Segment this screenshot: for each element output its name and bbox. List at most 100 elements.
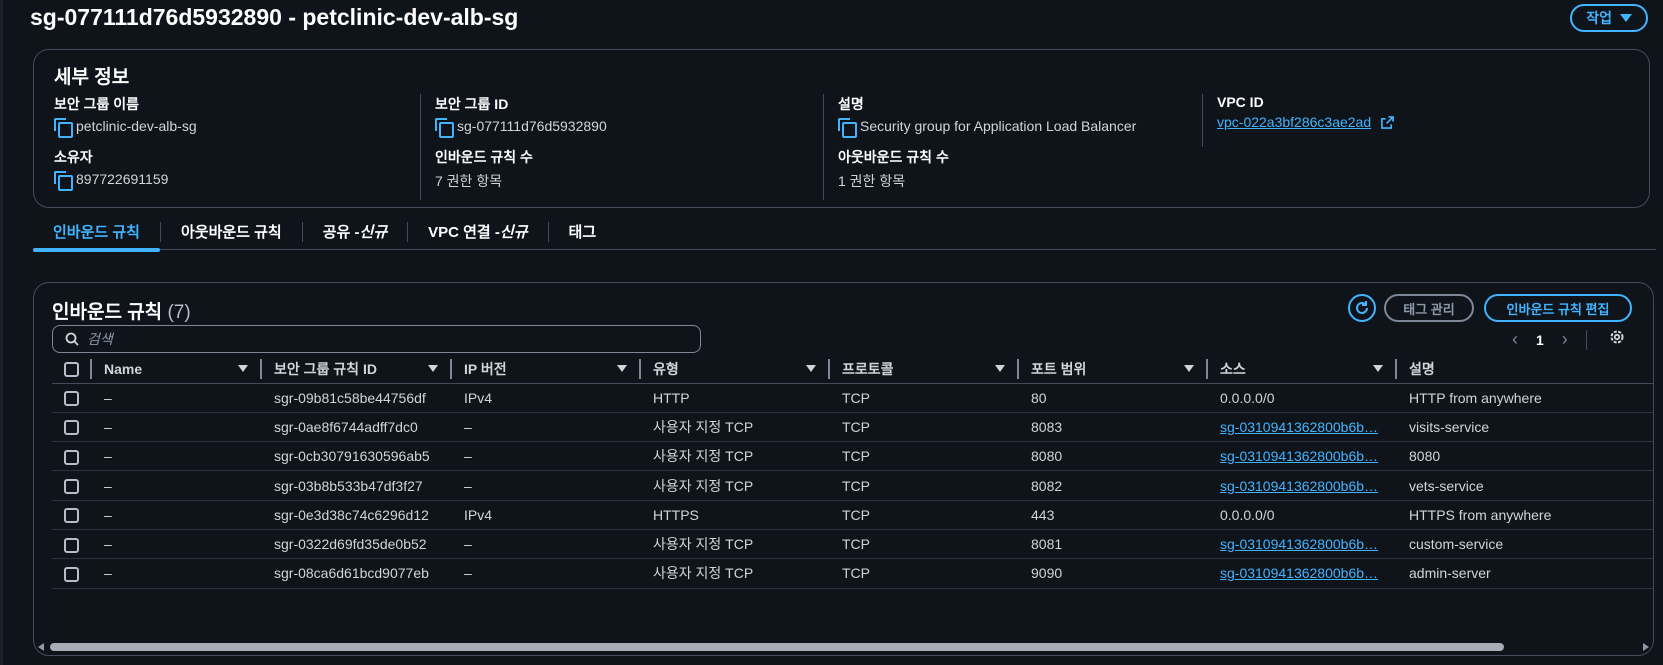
row-checkbox[interactable] xyxy=(64,478,79,494)
tab-vpc-associations[interactable]: VPC 연결 - 신규 xyxy=(408,214,547,249)
column-header-name[interactable]: Name xyxy=(92,355,262,384)
pagination: ‹ 1 › xyxy=(1512,329,1587,350)
column-header-protocol[interactable]: 프로토콜 xyxy=(830,355,1019,384)
row-checkbox[interactable] xyxy=(64,449,79,465)
column-header-type[interactable]: 유형 xyxy=(641,355,830,384)
detail-outbound-count: 아웃바운드 규칙 수 1 권한 항목 xyxy=(838,147,1183,189)
tab-sharing[interactable]: 공유 - 신규 xyxy=(303,214,407,249)
actions-button[interactable]: 작업 xyxy=(1570,4,1648,32)
vpc-id-link[interactable]: vpc-022a3bf286c3ae2ad xyxy=(1217,114,1371,130)
row-checkbox[interactable] xyxy=(64,566,79,582)
search-placeholder: 검색 xyxy=(87,331,113,347)
pager-separator xyxy=(1585,329,1587,350)
cell-port: 8083 xyxy=(1019,412,1208,443)
copy-icon[interactable] xyxy=(838,118,857,138)
cell-description: custom-service xyxy=(1397,529,1653,560)
column-header-port-range[interactable]: 포트 범위 xyxy=(1019,355,1208,384)
tab-inbound-rules[interactable]: 인바운드 규칙 xyxy=(33,214,160,252)
cell-source: sg-0310941362800b6b… xyxy=(1208,441,1397,472)
cell-name: – xyxy=(92,470,262,501)
cell-ip-version: IPv4 xyxy=(452,500,641,530)
horizontal-scrollbar[interactable] xyxy=(36,641,1651,653)
caret-down-icon xyxy=(1620,14,1632,22)
row-checkbox[interactable] xyxy=(64,537,79,553)
detail-label: 설명 xyxy=(838,96,864,112)
tab-tags[interactable]: 태그 xyxy=(549,214,617,249)
source-link[interactable]: sg-0310941362800b6b… xyxy=(1220,565,1378,581)
rules-count: (7) xyxy=(167,302,191,323)
copy-icon[interactable] xyxy=(435,118,454,138)
sort-icon xyxy=(1184,365,1194,372)
detail-description: 설명 Security group for Application Load B… xyxy=(838,94,1183,138)
cell-protocol: TCP xyxy=(830,558,1019,589)
detail-inbound-count: 인바운드 규칙 수 7 권한 항목 xyxy=(435,147,795,189)
row-checkbox[interactable] xyxy=(64,508,79,524)
source-link[interactable]: sg-0310941362800b6b… xyxy=(1220,478,1378,494)
cell-protocol: TCP xyxy=(830,412,1019,443)
source-link[interactable]: sg-0310941362800b6b… xyxy=(1220,419,1378,435)
cell-type: 사용자 지정 TCP xyxy=(641,412,830,443)
row-select-cell xyxy=(52,470,92,501)
source-link[interactable]: sg-0310941362800b6b… xyxy=(1220,448,1378,464)
table-row[interactable]: – sgr-03b8b533b47df3f27– 사용자 지정 TCP TCP 8082… xyxy=(52,470,1653,501)
table-row[interactable]: – sgr-09b81c58be44756df IPv4 HTTP TCP 80 0.0.0… xyxy=(52,383,1653,413)
sort-icon xyxy=(995,365,1005,372)
inbound-rules-panel: 인바운드 규칙 (7) 태그 관리 인바운드 규칙 편집 검색 ‹ 1 › Na… xyxy=(33,282,1654,656)
actions-label: 작업 xyxy=(1586,10,1612,26)
detail-value: 7 권한 항목 xyxy=(435,173,503,189)
cell-ip-version: – xyxy=(452,470,641,501)
scroll-left-icon[interactable] xyxy=(38,643,44,651)
cell-rule-id: sgr-03b8b533b47df3f27 xyxy=(262,470,452,501)
page-number[interactable]: 1 xyxy=(1536,332,1544,348)
details-column-3: 설명 Security group for Application Load B… xyxy=(823,94,1183,200)
manage-tags-button[interactable]: 태그 관리 xyxy=(1384,294,1474,322)
cell-port: 8082 xyxy=(1019,470,1208,501)
detail-sg-id: 보안 그룹 ID sg-077111d76d5932890 xyxy=(435,94,795,138)
detail-label: 보안 그룹 이름 xyxy=(54,96,140,112)
table-row[interactable]: – sgr-0cb30791630596ab5– 사용자 지정 TCP TCP 8080… xyxy=(52,441,1653,472)
gear-icon[interactable] xyxy=(1608,328,1626,346)
chevron-left-icon[interactable]: ‹ xyxy=(1512,329,1518,350)
table-row[interactable]: – sgr-0322d69fd35de0b52– 사용자 지정 TCP TCP 8081… xyxy=(52,529,1653,560)
copy-icon[interactable] xyxy=(54,171,73,191)
detail-value: 897722691159 xyxy=(76,171,169,187)
detail-sg-name: 보안 그룹 이름 petclinic-dev-alb-sg xyxy=(54,94,414,138)
refresh-button[interactable] xyxy=(1348,294,1376,322)
cell-description: admin-server xyxy=(1397,558,1653,589)
refresh-icon xyxy=(1356,301,1368,314)
table-row[interactable]: – sgr-0ae8f6744adff7dc0– 사용자 지정 TCP TCP 8083… xyxy=(52,412,1653,443)
details-panel: 세부 정보 보안 그룹 이름 petclinic-dev-alb-sg 소유자 … xyxy=(33,49,1650,208)
column-header-source[interactable]: 소스 xyxy=(1208,355,1397,384)
cell-protocol: TCP xyxy=(830,441,1019,472)
row-select-cell xyxy=(52,412,92,443)
column-header-ip-version[interactable]: IP 버전 xyxy=(452,355,641,384)
table-row[interactable]: – sgr-08ca6d61bcd9077eb – 사용자 지정 TCP TCP 9090… xyxy=(52,558,1653,589)
cell-name: – xyxy=(92,500,262,530)
sort-icon xyxy=(238,365,248,372)
details-title: 세부 정보 xyxy=(54,67,130,88)
select-all-checkbox[interactable] xyxy=(64,362,79,378)
cell-source: 0.0.0.0/0 xyxy=(1208,500,1397,530)
detail-value: Security group for Application Load Bala… xyxy=(860,118,1137,134)
cell-rule-id: sgr-08ca6d61bcd9077eb xyxy=(262,558,452,589)
cell-port: 9090 xyxy=(1019,558,1208,589)
cell-type: HTTPS xyxy=(641,500,830,530)
row-checkbox[interactable] xyxy=(64,420,79,436)
scrollbar-thumb[interactable] xyxy=(50,643,1504,651)
detail-vpc-id: VPC ID vpc-022a3bf286c3ae2ad xyxy=(1217,94,1622,131)
edit-inbound-rules-button[interactable]: 인바운드 규칙 편집 xyxy=(1484,294,1632,322)
detail-owner: 소유자 897722691159 xyxy=(54,147,414,191)
column-header-rule-id[interactable]: 보안 그룹 규칙 ID xyxy=(262,355,452,384)
search-input[interactable]: 검색 xyxy=(52,325,701,353)
scroll-right-icon[interactable] xyxy=(1643,643,1649,651)
source-link[interactable]: sg-0310941362800b6b… xyxy=(1220,536,1378,552)
tab-outbound-rules[interactable]: 아웃바운드 규칙 xyxy=(161,214,302,249)
row-checkbox[interactable] xyxy=(64,391,79,407)
detail-label: 인바운드 규칙 수 xyxy=(435,149,533,165)
table-row[interactable]: – sgr-0e3d38c74c6296d12 IPv4 HTTPS TCP 443 0.0… xyxy=(52,500,1653,530)
chevron-right-icon[interactable]: › xyxy=(1562,329,1568,350)
copy-icon[interactable] xyxy=(54,118,73,138)
column-header-description[interactable]: 설명 xyxy=(1397,355,1653,384)
cell-source: sg-0310941362800b6b… xyxy=(1208,529,1397,560)
sort-icon xyxy=(428,365,438,372)
